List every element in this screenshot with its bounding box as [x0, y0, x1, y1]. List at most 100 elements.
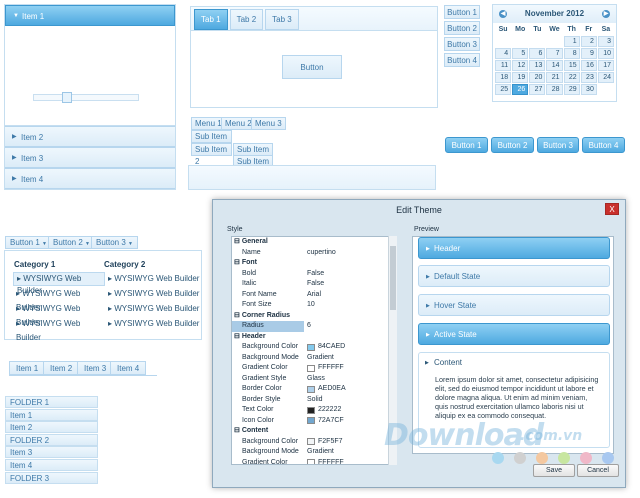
cancel-button[interactable]: Cancel	[577, 464, 619, 477]
property-group[interactable]: ⊟ Font	[232, 258, 396, 269]
vertical-button-1[interactable]: Button 1	[444, 5, 480, 19]
calendar-day[interactable]: 16	[580, 60, 597, 71]
color-swatch[interactable]	[307, 364, 315, 372]
accordion-header-item-1[interactable]: ▼ Item 1	[5, 5, 175, 26]
property-group[interactable]: ⊟ Corner Radius	[232, 311, 396, 322]
folder-item[interactable]: Item 2	[5, 421, 98, 434]
calendar-day[interactable]: 20	[529, 72, 546, 83]
accordion-header-item-2[interactable]: ▶ Item 2	[5, 126, 175, 147]
category-item[interactable]: ▸ WYSIWYG Web Builder	[105, 272, 200, 286]
calendar-day[interactable]: 23	[580, 72, 597, 83]
calendar-day[interactable]: 5	[512, 48, 529, 59]
calendar-day[interactable]: 2	[580, 36, 597, 47]
calendar-day[interactable]: 28	[546, 84, 563, 95]
property-row[interactable]: Background Mode Gradient	[232, 447, 396, 458]
tab-3[interactable]: Tab 3	[265, 9, 299, 30]
calendar-day[interactable]: 4	[495, 48, 512, 59]
property-value[interactable]: False	[304, 269, 396, 280]
accordion-header-item-4[interactable]: ▶ Item 4	[5, 168, 175, 189]
property-row[interactable]: Name cupertino	[232, 248, 396, 259]
folder-header[interactable]: FOLDER 2	[5, 433, 98, 446]
category-item[interactable]: ▸ WYSIWYG Web Builder	[105, 302, 200, 316]
calendar-day[interactable]: 24	[597, 72, 614, 83]
property-row[interactable]: Icon Color 72A7CF	[232, 416, 396, 427]
calendar-day[interactable]: 6	[529, 48, 546, 59]
property-row[interactable]: Gradient Color FFFFFF	[232, 458, 396, 464]
category-item[interactable]: ▸ WYSIWYG Web Builder	[13, 302, 105, 327]
slider-handle[interactable]	[62, 92, 73, 103]
folder-header[interactable]: FOLDER 3	[5, 471, 98, 484]
bottom-tab-1[interactable]: Item 1	[9, 361, 46, 375]
property-value[interactable]: 72A7CF	[304, 416, 396, 427]
dropdown-button-2[interactable]: Button 2 ▼	[48, 236, 95, 249]
dropdown-button-3[interactable]: Button 3 ▼	[91, 236, 138, 249]
calendar-day[interactable]: 7	[546, 48, 563, 59]
property-row[interactable]: Text Color 222222	[232, 405, 396, 416]
property-row[interactable]: Font Size 10	[232, 300, 396, 311]
property-value[interactable]: 84CAED	[304, 342, 396, 353]
bottom-tab-4[interactable]: Item 4	[110, 361, 147, 375]
tab-1[interactable]: Tab 1	[194, 9, 228, 30]
property-value[interactable]: F2F5F7	[304, 437, 396, 448]
scrollbar-thumb[interactable]	[390, 246, 396, 310]
calendar-day[interactable]: 30	[580, 84, 597, 95]
calendar-day[interactable]: 10	[597, 48, 614, 59]
property-value[interactable]: FFFFFF	[304, 363, 396, 374]
folder-item[interactable]: Item 3	[5, 446, 98, 459]
property-row[interactable]: Bold False	[232, 269, 396, 280]
property-row[interactable]: Font Name Arial	[232, 290, 396, 301]
save-button[interactable]: Save	[533, 464, 575, 477]
property-value[interactable]: Solid	[304, 395, 396, 406]
property-value[interactable]: 6	[304, 321, 396, 332]
property-row[interactable]: Background Mode Gradient	[232, 353, 396, 364]
property-group[interactable]: ⊟ Content	[232, 426, 396, 437]
color-swatch[interactable]	[307, 438, 315, 446]
property-row[interactable]: Radius 6	[232, 321, 396, 332]
sub-item-1[interactable]: Sub Item 1	[191, 130, 232, 153]
glossy-button-3[interactable]: Button 3	[537, 137, 579, 153]
glossy-button-1[interactable]: Button 1	[445, 137, 488, 153]
property-row[interactable]: Background Color 84CAED	[232, 342, 396, 353]
accordion-header-item-3[interactable]: ▶ Item 3	[5, 147, 175, 168]
calendar-day[interactable]: 14	[546, 60, 563, 71]
calendar-day[interactable]: 17	[597, 60, 614, 71]
property-value[interactable]: FFFFFF	[304, 458, 396, 464]
folder-header[interactable]: FOLDER 1	[5, 396, 98, 408]
category-item[interactable]: ▸ WYSIWYG Web Builder	[105, 317, 200, 331]
calendar-day[interactable]: 3	[597, 36, 614, 47]
calendar-day[interactable]: 13	[529, 60, 546, 71]
calendar-day[interactable]: 27	[529, 84, 546, 95]
color-swatch[interactable]	[307, 343, 315, 351]
calendar-day[interactable]: 21	[546, 72, 563, 83]
calendar-day[interactable]: 11	[495, 60, 512, 71]
bottom-tab-2[interactable]: Item 2	[43, 361, 80, 375]
color-swatch[interactable]	[307, 459, 315, 464]
sub-item-2[interactable]: Sub Item 2	[191, 143, 232, 166]
property-row[interactable]: Border Style Solid	[232, 395, 396, 406]
property-value[interactable]: AED0EA	[304, 384, 396, 395]
calendar-day[interactable]: 8	[563, 48, 580, 59]
property-row[interactable]: Border Color AED0EA	[232, 384, 396, 395]
bottom-tab-3[interactable]: Item 3	[77, 361, 114, 375]
property-row[interactable]: Italic False	[232, 279, 396, 290]
calendar-day[interactable]: 1	[563, 36, 580, 47]
color-swatch[interactable]	[307, 406, 315, 414]
property-row[interactable]: Gradient Style Glass	[232, 374, 396, 385]
prev-month-icon[interactable]: ◀	[499, 10, 507, 18]
next-month-icon[interactable]: ▶	[602, 10, 610, 18]
property-value[interactable]: 222222	[304, 405, 396, 416]
calendar-day[interactable]: 15	[563, 60, 580, 71]
category-item[interactable]: ▸ WYSIWYG Web Builder	[13, 272, 105, 295]
vertical-button-2[interactable]: Button 2	[444, 21, 480, 35]
property-value[interactable]: cupertino	[304, 248, 396, 259]
folder-item[interactable]: Item 4	[5, 458, 98, 471]
vertical-button-4[interactable]: Button 4	[444, 53, 480, 67]
tab-2[interactable]: Tab 2	[229, 9, 264, 30]
property-row[interactable]: Gradient Color FFFFFF	[232, 363, 396, 374]
calendar-day[interactable]: 22	[563, 72, 580, 83]
glossy-button-2[interactable]: Button 2	[491, 137, 534, 153]
menu-3[interactable]: Menu 3	[251, 117, 286, 130]
calendar-day[interactable]: 26	[512, 84, 529, 95]
calendar-day[interactable]: 9	[580, 48, 597, 59]
property-value[interactable]: Gradient	[304, 353, 396, 364]
